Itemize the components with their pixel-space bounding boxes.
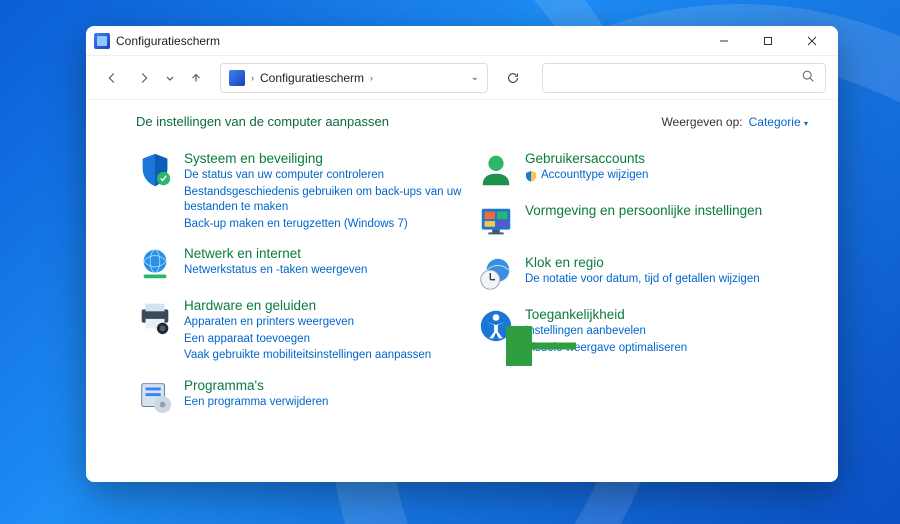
nav-toolbar: › Configuratiescherm › ⌄ [86,56,838,100]
programs-icon [136,378,174,416]
category-title[interactable]: Toegankelijkheid [525,307,687,323]
chevron-right-icon: › [370,73,373,83]
category-programs: Programma's Een programma verwijderen [136,378,467,416]
category-title[interactable]: Netwerk en internet [184,246,367,262]
titlebar: Configuratiescherm [86,26,838,56]
minimize-button[interactable] [702,27,746,55]
category-title[interactable]: Programma's [184,378,328,394]
recent-locations-button[interactable] [162,64,178,92]
category-sublink[interactable]: Een apparaat toevoegen [184,332,431,348]
appearance-icon [477,203,515,241]
category-sublink[interactable]: Instellingen aanbevelen [525,324,687,340]
category-hardware: Hardware en geluiden Apparaten en printe… [136,298,467,364]
category-title[interactable]: Hardware en geluiden [184,298,431,314]
close-button[interactable] [790,27,834,55]
category-system: Systeem en beveiliging De status van uw … [136,151,467,232]
category-sublink[interactable]: De notatie voor datum, tijd of getallen … [525,272,760,288]
category-title[interactable]: Klok en regio [525,255,760,271]
window-title: Configuratiescherm [116,34,220,48]
category-sublink[interactable]: Bestandsgeschiedenis gebruiken om back-u… [184,185,467,216]
right-column: Gebruikersaccounts Accounttype wijzigen [477,151,808,430]
control-panel-window: Configuratiescherm › C [86,26,838,482]
content-area: De instellingen van de computer aanpasse… [86,100,838,482]
view-by: Weergeven op: Categorie ▾ [661,115,808,129]
category-network: Netwerk en internet Netwerkstatus en -ta… [136,246,467,284]
chevron-down-icon[interactable]: ⌄ [471,72,479,83]
left-column: Systeem en beveiliging De status van uw … [136,151,467,430]
window-buttons [702,27,834,55]
category-sublink[interactable]: Vaak gebruikte mobiliteitsinstellingen a… [184,348,431,364]
viewby-label: Weergeven op: [661,115,742,129]
globe-icon [136,246,174,284]
shield-icon [136,151,174,189]
category-sublink[interactable]: De status van uw computer controleren [184,168,467,184]
address-bar[interactable]: › Configuratiescherm › ⌄ [220,63,488,93]
category-sublink[interactable]: Visuele weergave optimaliseren [525,341,687,357]
up-button[interactable] [182,64,210,92]
chevron-down-icon: ▾ [804,119,808,128]
viewby-dropdown[interactable]: Categorie ▾ [749,115,808,129]
category-title[interactable]: Vormgeving en persoonlijke instellingen [525,203,762,219]
category-sublink[interactable]: Back-up maken en terugzetten (Windows 7) [184,217,467,233]
printer-icon [136,298,174,336]
category-title[interactable]: Systeem en beveiliging [184,151,467,167]
category-sublink[interactable]: Een programma verwijderen [184,395,328,411]
maximize-button[interactable] [746,27,790,55]
category-users: Gebruikersaccounts Accounttype wijzigen [477,151,808,189]
page-headline: De instellingen van de computer aanpasse… [136,114,389,129]
accessibility-icon [477,307,515,345]
category-sublink[interactable]: Netwerkstatus en -taken weergeven [184,263,367,279]
chevron-right-icon: › [251,73,254,83]
forward-button[interactable] [130,64,158,92]
uac-shield-icon [525,170,537,182]
category-appearance: Vormgeving en persoonlijke instellingen [477,203,808,241]
category-accessibility: Toegankelijkheid Instellingen aanbevelen… [477,307,808,356]
refresh-button[interactable] [498,63,528,93]
category-clock: Klok en regio De notatie voor datum, tij… [477,255,808,293]
app-icon [94,33,110,49]
clock-icon [477,255,515,293]
category-sublink[interactable]: Accounttype wijzigen [541,168,648,184]
address-icon [229,70,245,86]
search-icon [801,69,815,86]
category-title[interactable]: Gebruikersaccounts [525,151,648,167]
breadcrumb-root[interactable]: Configuratiescherm [260,71,364,85]
category-sublink[interactable]: Apparaten en printers weergeven [184,315,431,331]
search-box[interactable] [542,63,826,93]
user-icon [477,151,515,189]
back-button[interactable] [98,64,126,92]
